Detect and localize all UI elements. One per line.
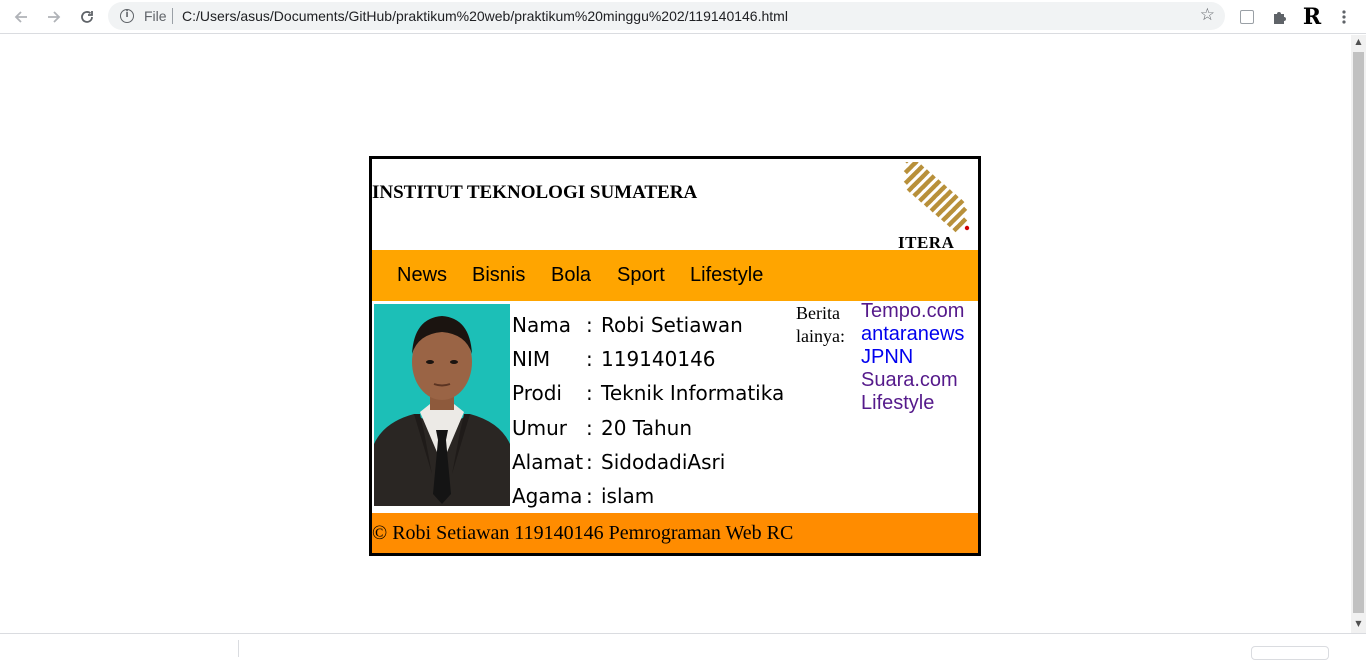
show-all-button[interactable] [1251,646,1329,660]
download-bar-divider [238,640,239,657]
profile-label: Prodi [512,381,562,405]
profile-colon: : [586,313,593,337]
link-jpnn[interactable]: JPNN [861,346,964,369]
profile-label: Nama [512,313,571,337]
forward-arrow-icon[interactable] [42,5,66,29]
nav-link-bisnis[interactable]: Bisnis [472,264,525,287]
scheme-label: File [144,8,167,24]
extension-icon[interactable] [1235,5,1259,29]
profile-label: Alamat [512,450,584,474]
profile-colon: : [586,381,593,405]
itera-logo: ITERA [892,162,972,252]
news-links: Tempo.com antaranews JPNN Suara.com Life… [861,300,964,415]
url-text[interactable]: C:/Users/asus/Documents/GitHub/praktikum… [182,8,788,24]
star-icon[interactable]: ☆ [1200,5,1215,25]
berita-label-line1: Berita [796,303,840,323]
info-icon[interactable]: i [120,9,134,23]
footer: © Robi Setiawan 119140146 Pemrograman We… [372,513,978,553]
omnibox-separator [172,8,173,24]
profile-label: Agama [512,484,583,508]
sumatera-map-icon [903,162,970,233]
r-extension-letter: R [1302,4,1322,30]
profile-value: 20 Tahun [601,416,692,440]
nav-bar: News Bisnis Bola Sport Lifestyle [372,250,978,301]
profile-photo [374,304,510,506]
profile-value: SidodadiAsri [601,450,726,474]
link-tempo[interactable]: Tempo.com [861,300,964,323]
profile-label: NIM [512,347,551,371]
berita-label: Berita lainya: [796,302,856,348]
nav-link-lifestyle[interactable]: Lifestyle [690,264,763,287]
kebab-menu-icon[interactable] [1332,5,1356,29]
address-bar[interactable]: i File C:/Users/asus/Documents/GitHub/pr… [108,2,1225,30]
profile-value: islam [601,484,655,508]
scroll-up-arrow-icon[interactable]: ▲ [1351,37,1366,49]
card-header: INSTITUT TEKNOLOGI SUMATERA ITERA [372,159,978,252]
berita-label-line2: lainya: [796,326,845,346]
profile-card: INSTITUT TEKNOLOGI SUMATERA ITERA News B… [369,156,981,556]
profile-value: Robi Setiawan [601,313,743,337]
reload-icon[interactable] [75,5,99,29]
nav-link-bola[interactable]: Bola [551,264,591,287]
puzzle-icon[interactable] [1267,5,1291,29]
scroll-down-arrow-icon[interactable]: ▼ [1351,619,1366,631]
r-extension-icon[interactable]: R [1300,4,1324,30]
link-suara[interactable]: Suara.com [861,369,964,392]
link-lifestyle[interactable]: Lifestyle [861,392,964,415]
nav-link-news[interactable]: News [397,264,447,287]
nav-link-sport[interactable]: Sport [617,264,665,287]
scroll-thumb[interactable] [1353,52,1364,613]
profile-colon: : [586,450,593,474]
institution-title: INSTITUT TEKNOLOGI SUMATERA [372,182,698,203]
footer-text: © Robi Setiawan 119140146 Pemrograman We… [372,522,794,544]
back-arrow-icon[interactable] [9,5,33,29]
profile-colon: : [586,347,593,371]
download-bar [0,633,1366,660]
profile-value: 119140146 [601,347,716,371]
profile-colon: : [586,484,593,508]
vertical-scrollbar[interactable]: ▲ ▼ [1351,35,1366,633]
profile-colon: : [586,416,593,440]
browser-toolbar: i File C:/Users/asus/Documents/GitHub/pr… [0,0,1366,34]
link-antaranews[interactable]: antaranews [861,323,964,346]
profile-label: Umur [512,416,568,440]
profile-value: Teknik Informatika [601,381,785,405]
